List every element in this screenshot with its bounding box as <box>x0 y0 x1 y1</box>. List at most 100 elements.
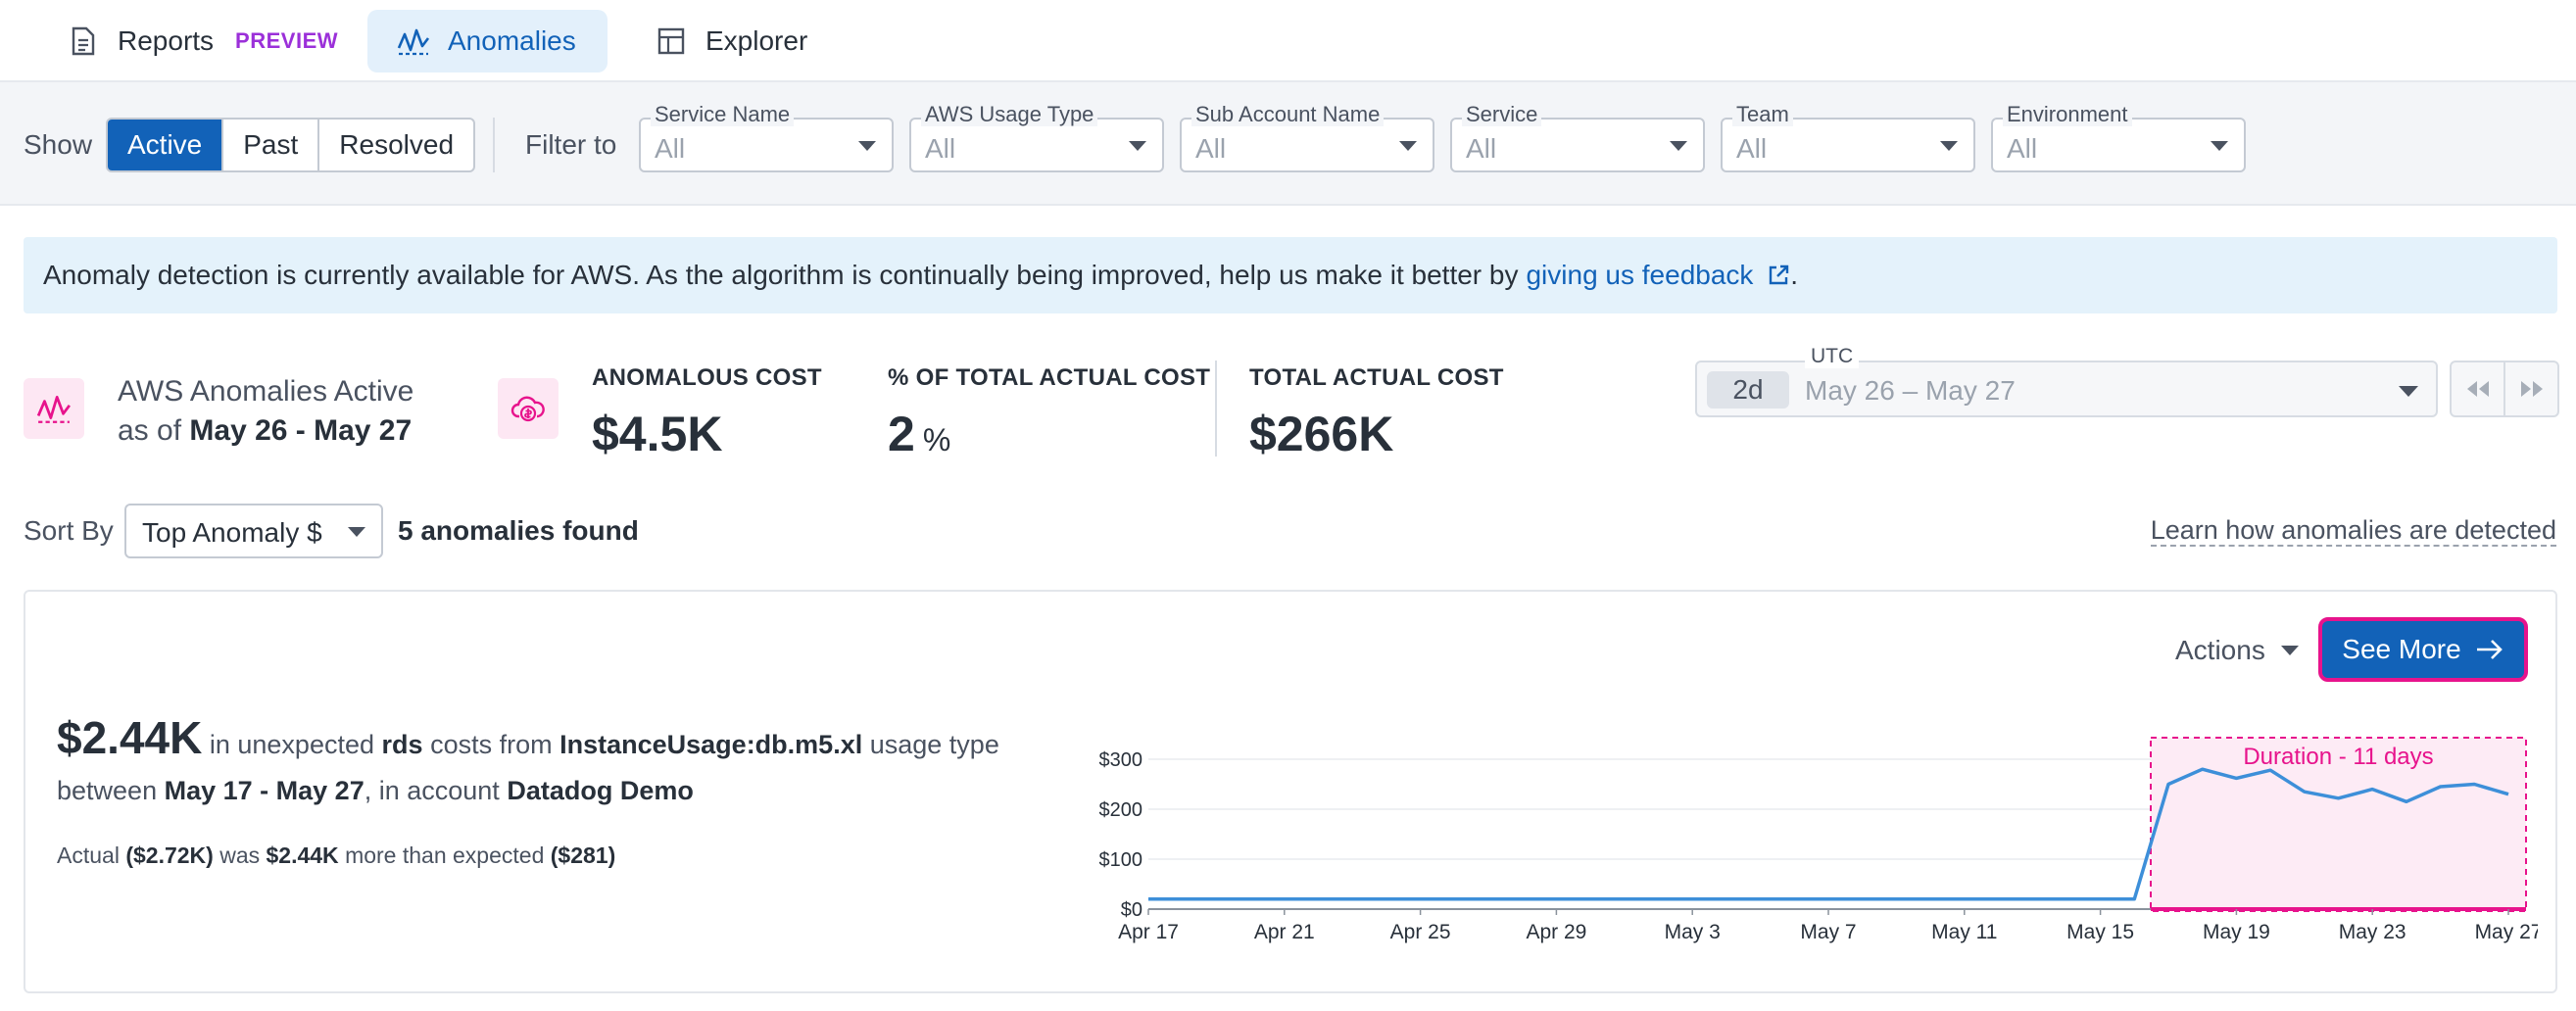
desc-text: costs from <box>430 730 553 759</box>
tab-explorer[interactable]: Explorer <box>623 10 839 72</box>
desc-period: May 17 - May 27 <box>164 776 365 805</box>
time-nav-buttons <box>2450 361 2559 417</box>
chevron-down-icon <box>1399 141 1417 151</box>
info-banner: Anomaly detection is currently available… <box>24 237 2557 313</box>
desc-account: Datadog Demo <box>507 776 694 805</box>
dropdown-environment[interactable]: Environment All <box>1991 103 2246 172</box>
dropdown-title: Team <box>1732 103 1793 126</box>
filter-to-label: Filter to <box>525 129 617 160</box>
anomaly-amount: $2.44K <box>57 712 203 763</box>
desc-text: between <box>57 776 158 805</box>
dropdown-aws-usage-type[interactable]: AWS Usage Type All <box>909 103 1164 172</box>
dropdown-title: Service Name <box>651 103 795 126</box>
chevron-down-icon <box>2280 646 2299 655</box>
feedback-link[interactable]: giving us feedback <box>1526 260 1790 291</box>
dropdown-team[interactable]: Team All <box>1721 103 1975 172</box>
arrow-right-icon <box>2476 640 2503 659</box>
y-tick-label: $100 <box>1099 849 1143 871</box>
desc-usage-type: InstanceUsage:db.m5.xl <box>559 730 863 759</box>
show-label: Show <box>24 129 93 160</box>
chevron-down-icon <box>1940 141 1958 151</box>
pct-cost-label: % OF TOTAL ACTUAL COST <box>888 364 1211 391</box>
chevron-down-icon <box>1670 141 1687 151</box>
actual-value: ($2.72K) <box>125 842 214 868</box>
dropdown-sub-account-name[interactable]: Sub Account Name All <box>1180 103 1434 172</box>
desc-service: rds <box>381 730 423 759</box>
chevron-down-icon <box>2399 386 2418 397</box>
divider <box>493 118 495 172</box>
cloud-cost-icon <box>498 378 559 439</box>
dropdown-value: All <box>1466 133 1497 164</box>
fast-forward-icon[interactable] <box>2505 362 2557 415</box>
top-tab-bar: Reports PREVIEW Anomalies Explorer <box>0 0 2576 82</box>
tab-explorer-label: Explorer <box>705 25 808 56</box>
segment-active[interactable]: Active <box>108 120 224 170</box>
desc-text: , in account <box>364 776 500 805</box>
learn-anomalies-link[interactable]: Learn how anomalies are detected <box>2150 515 2556 547</box>
chevron-down-icon <box>2211 141 2228 151</box>
date-range-picker[interactable]: UTC 2d May 26 – May 27 <box>1695 345 2438 417</box>
sort-by-label: Sort By <box>24 515 114 546</box>
anomaly-description: $2.44K in unexpected rds costs from Inst… <box>57 715 1027 814</box>
summary-title: AWS Anomalies Active as of May 26 - May … <box>118 372 413 451</box>
sort-select-value: Top Anomaly $ <box>142 517 322 548</box>
sort-select[interactable]: Top Anomaly $ <box>124 504 383 558</box>
dropdown-title: Sub Account Name <box>1191 103 1385 126</box>
summary-title-text: AWS Anomalies Active <box>118 375 414 408</box>
external-link-icon <box>1770 265 1789 285</box>
banner-suffix: . <box>1790 260 1798 290</box>
dropdown-title: Environment <box>2003 103 2132 126</box>
x-tick-label: May 27 <box>2475 921 2538 943</box>
actual-vs-expected: Actual ($2.72K) was $2.44K more than exp… <box>57 842 615 869</box>
actions-menu[interactable]: Actions <box>2175 635 2299 666</box>
y-tick-label: $0 <box>1121 899 1142 921</box>
anomaly-icon <box>397 24 430 58</box>
rewind-icon[interactable] <box>2452 362 2505 415</box>
table-icon <box>655 24 688 58</box>
status-segmented-control: Active Past Resolved <box>106 118 476 172</box>
anomalous-cost-label: ANOMALOUS COST <box>592 364 822 391</box>
desc-text: was <box>219 842 261 868</box>
x-tick-label: Apr 29 <box>1526 921 1586 943</box>
tab-reports[interactable]: Reports PREVIEW <box>35 10 369 72</box>
x-tick-label: Apr 21 <box>1254 921 1315 943</box>
pct-number: 2 <box>888 407 915 461</box>
dropdown-service[interactable]: Service All <box>1450 103 1705 172</box>
asof-prefix: as of <box>118 414 182 447</box>
x-tick-label: May 7 <box>1800 921 1856 943</box>
preview-badge: PREVIEW <box>235 28 339 53</box>
desc-text: more than expected <box>345 842 545 868</box>
asof-range: May 26 - May 27 <box>189 414 413 447</box>
desc-text: usage type <box>869 730 999 759</box>
y-tick-label: $300 <box>1099 749 1143 771</box>
anomaly-cost-chart: $0 $100 $200 $300 Duration - 11 days Apr 17 Ap… <box>1099 737 2538 943</box>
tab-reports-label: Reports <box>118 25 215 56</box>
segment-past[interactable]: Past <box>223 120 320 170</box>
filter-bar: Show Active Past Resolved Filter to Serv… <box>0 82 2576 206</box>
desc-text: in unexpected <box>209 730 374 759</box>
expected-value: ($281) <box>550 842 616 868</box>
y-tick-label: $200 <box>1099 799 1143 821</box>
range-text: May 26 – May 27 <box>1805 375 2016 406</box>
tab-anomalies[interactable]: Anomalies <box>367 10 608 72</box>
diff-value: $2.44K <box>266 842 339 868</box>
segment-resolved[interactable]: Resolved <box>319 120 473 170</box>
dropdown-title: AWS Usage Type <box>921 103 1098 126</box>
pct-cost-value: 2% <box>888 406 950 462</box>
x-tick-label: Apr 25 <box>1390 921 1451 943</box>
chevron-down-icon <box>348 527 365 537</box>
desc-text: Actual <box>57 842 120 868</box>
dropdown-value: All <box>2007 133 2038 164</box>
see-more-button[interactable]: See More <box>2318 617 2528 682</box>
dropdown-value: All <box>655 133 686 164</box>
dropdown-service-name[interactable]: Service Name All <box>639 103 894 172</box>
range-chip: 2d <box>1707 371 1789 409</box>
timezone-label: UTC <box>1805 345 1860 368</box>
x-tick-label: Apr 17 <box>1118 921 1179 943</box>
summary-asof: as of May 26 - May 27 <box>118 411 413 451</box>
banner-text: Anomaly detection is currently available… <box>43 260 1519 290</box>
total-cost-value: $266K <box>1249 407 1394 461</box>
see-more-label: See More <box>2342 634 2461 664</box>
x-tick-label: May 19 <box>2203 921 2270 943</box>
pct-unit: % <box>922 422 951 457</box>
